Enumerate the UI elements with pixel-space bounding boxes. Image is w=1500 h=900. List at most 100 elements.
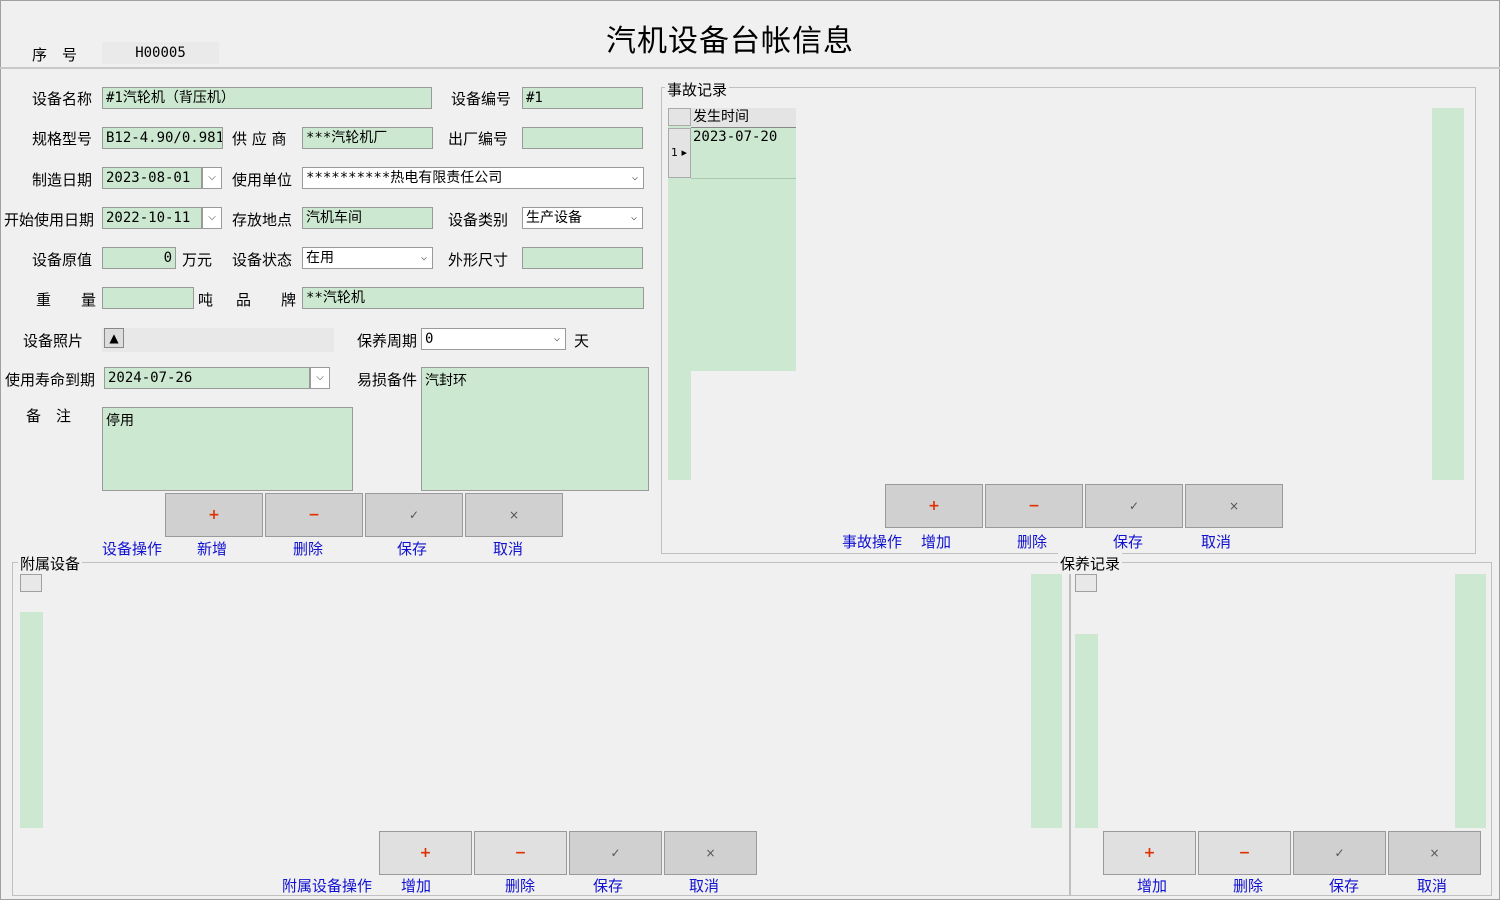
attached-add-button[interactable]: + <box>379 831 472 875</box>
accident-row-number: 1 <box>671 146 678 159</box>
category-value: 生产设备 <box>526 210 582 226</box>
accident-add-label[interactable]: 增加 <box>921 531 951 552</box>
orig-value-unit: 万元 <box>182 251 213 269</box>
attached-ops-label: 附属设备操作 <box>282 877 373 895</box>
attached-add-label[interactable]: 增加 <box>401 875 431 896</box>
attached-cancel-label[interactable]: 取消 <box>689 875 719 896</box>
minus-icon: − <box>514 845 527 861</box>
plus-icon: + <box>928 498 940 514</box>
attached-group-title: 附属设备 <box>18 553 83 574</box>
device-name-field[interactable]: #1汽轮机（背压机） <box>102 87 432 109</box>
device-name-label: 设备名称 <box>32 90 93 108</box>
category-select[interactable]: 生产设备 ⌵ <box>522 207 643 229</box>
device-add-label[interactable]: 新增 <box>197 538 227 559</box>
device-add-button[interactable]: + <box>165 493 263 537</box>
status-label: 设备状态 <box>232 251 293 269</box>
accident-column-header[interactable]: 发生时间 <box>691 108 796 128</box>
accident-cancel-label[interactable]: 取消 <box>1201 531 1231 552</box>
maintenance-add-button[interactable]: + <box>1103 831 1196 875</box>
accident-row-time[interactable]: 2023-07-20 <box>691 128 796 179</box>
accident-grid-corner <box>668 108 691 126</box>
check-icon: ✓ <box>1334 846 1345 860</box>
mfg-date-field[interactable]: 2023-08-01 <box>102 167 202 189</box>
factory-no-field[interactable] <box>522 127 643 149</box>
use-unit-value: **********热电有限责任公司 <box>306 170 503 186</box>
maintenance-delete-label[interactable]: 删除 <box>1233 875 1263 896</box>
attached-grid-right-bar <box>1031 574 1062 828</box>
maint-cycle-value: 0 <box>425 331 434 347</box>
maintenance-add-label[interactable]: 增加 <box>1137 875 1167 896</box>
chevron-down-icon: ⌵ <box>630 212 638 223</box>
use-unit-select[interactable]: **********热电有限责任公司 ⌵ <box>302 167 644 189</box>
check-icon: ✓ <box>610 846 621 860</box>
device-delete-button[interactable]: − <box>265 493 363 537</box>
remark-memo[interactable]: 停用 <box>102 407 353 491</box>
wear-parts-label: 易损备件 <box>357 371 418 389</box>
minus-icon: − <box>1028 498 1040 514</box>
wear-parts-memo[interactable]: 汽封环 <box>421 367 649 491</box>
accident-row-indicator[interactable]: 1 ▸ <box>668 128 691 178</box>
maintenance-cancel-button[interactable]: × <box>1388 831 1481 875</box>
spec-label: 规格型号 <box>32 130 93 148</box>
maintenance-grid-left-bar <box>1075 634 1098 828</box>
maintenance-delete-button[interactable]: − <box>1198 831 1291 875</box>
status-value: 在用 <box>306 250 334 266</box>
accident-add-button[interactable]: + <box>885 484 983 528</box>
accident-save-button[interactable]: ✓ <box>1085 484 1183 528</box>
factory-no-label: 出厂编号 <box>448 130 509 148</box>
dimensions-field[interactable] <box>522 247 643 269</box>
device-ops-label: 设备操作 <box>102 540 163 558</box>
accident-cancel-button[interactable]: × <box>1185 484 1283 528</box>
attached-delete-label[interactable]: 删除 <box>505 875 535 896</box>
attached-save-label[interactable]: 保存 <box>593 875 623 896</box>
attached-save-button[interactable]: ✓ <box>569 831 662 875</box>
orig-value-field[interactable]: 0 <box>102 247 176 269</box>
life-end-field[interactable]: 2024-07-26 <box>104 367 310 389</box>
brand-field[interactable]: **汽轮机 <box>302 287 644 309</box>
attached-cancel-button[interactable]: × <box>664 831 757 875</box>
start-date-field[interactable]: 2022-10-11 <box>102 207 202 229</box>
photo-box[interactable] <box>102 328 334 352</box>
attached-grid-corner[interactable] <box>20 574 42 592</box>
maintenance-group-title: 保养记录 <box>1058 553 1123 574</box>
accident-delete-label[interactable]: 删除 <box>1017 531 1047 552</box>
brand-label: 品 牌 <box>236 291 297 309</box>
device-delete-label[interactable]: 删除 <box>293 538 323 559</box>
close-icon: × <box>1429 846 1440 860</box>
device-save-label[interactable]: 保存 <box>397 538 427 559</box>
seq-field[interactable]: H00005 <box>102 42 219 64</box>
maint-cycle-label: 保养周期 <box>357 332 418 350</box>
attached-delete-button[interactable]: − <box>474 831 567 875</box>
close-icon: × <box>705 846 716 860</box>
accident-ops-label: 事故操作 <box>842 533 903 551</box>
life-end-label: 使用寿命到期 <box>5 371 96 389</box>
accident-delete-button[interactable]: − <box>985 484 1083 528</box>
device-no-field[interactable]: #1 <box>522 87 643 109</box>
accident-save-label[interactable]: 保存 <box>1113 531 1143 552</box>
device-cancel-label[interactable]: 取消 <box>493 538 523 559</box>
device-save-button[interactable]: ✓ <box>365 493 463 537</box>
weight-field[interactable] <box>102 287 194 309</box>
maintenance-cancel-label[interactable]: 取消 <box>1417 875 1447 896</box>
device-cancel-button[interactable]: × <box>465 493 563 537</box>
location-field[interactable]: 汽机车间 <box>302 207 433 229</box>
life-end-picker-button[interactable]: ⌵ <box>310 367 330 389</box>
maintenance-grid-right-bar <box>1455 574 1486 828</box>
status-select[interactable]: 在用 ⌵ <box>302 247 433 269</box>
maintenance-grid-corner[interactable] <box>1075 574 1097 592</box>
maint-cycle-select[interactable]: 0 ⌵ <box>421 328 566 350</box>
use-unit-label: 使用单位 <box>232 171 293 189</box>
spec-field[interactable]: B12-4.90/0.981 <box>102 127 223 149</box>
maint-cycle-unit: 天 <box>574 332 590 350</box>
plus-icon: + <box>419 845 432 861</box>
mfg-date-picker-button[interactable]: ⌵ <box>202 167 222 189</box>
supplier-field[interactable]: ***汽轮机厂 <box>302 127 433 149</box>
category-label: 设备类别 <box>448 211 509 229</box>
start-date-picker-button[interactable]: ⌵ <box>202 207 222 229</box>
chevron-down-icon: ⌵ <box>208 212 216 223</box>
mfg-date-label: 制造日期 <box>32 171 93 189</box>
maintenance-save-label[interactable]: 保存 <box>1329 875 1359 896</box>
start-date-label: 开始使用日期 <box>4 211 95 229</box>
up-triangle-icon[interactable]: ▲ <box>104 328 124 348</box>
maintenance-save-button[interactable]: ✓ <box>1293 831 1386 875</box>
